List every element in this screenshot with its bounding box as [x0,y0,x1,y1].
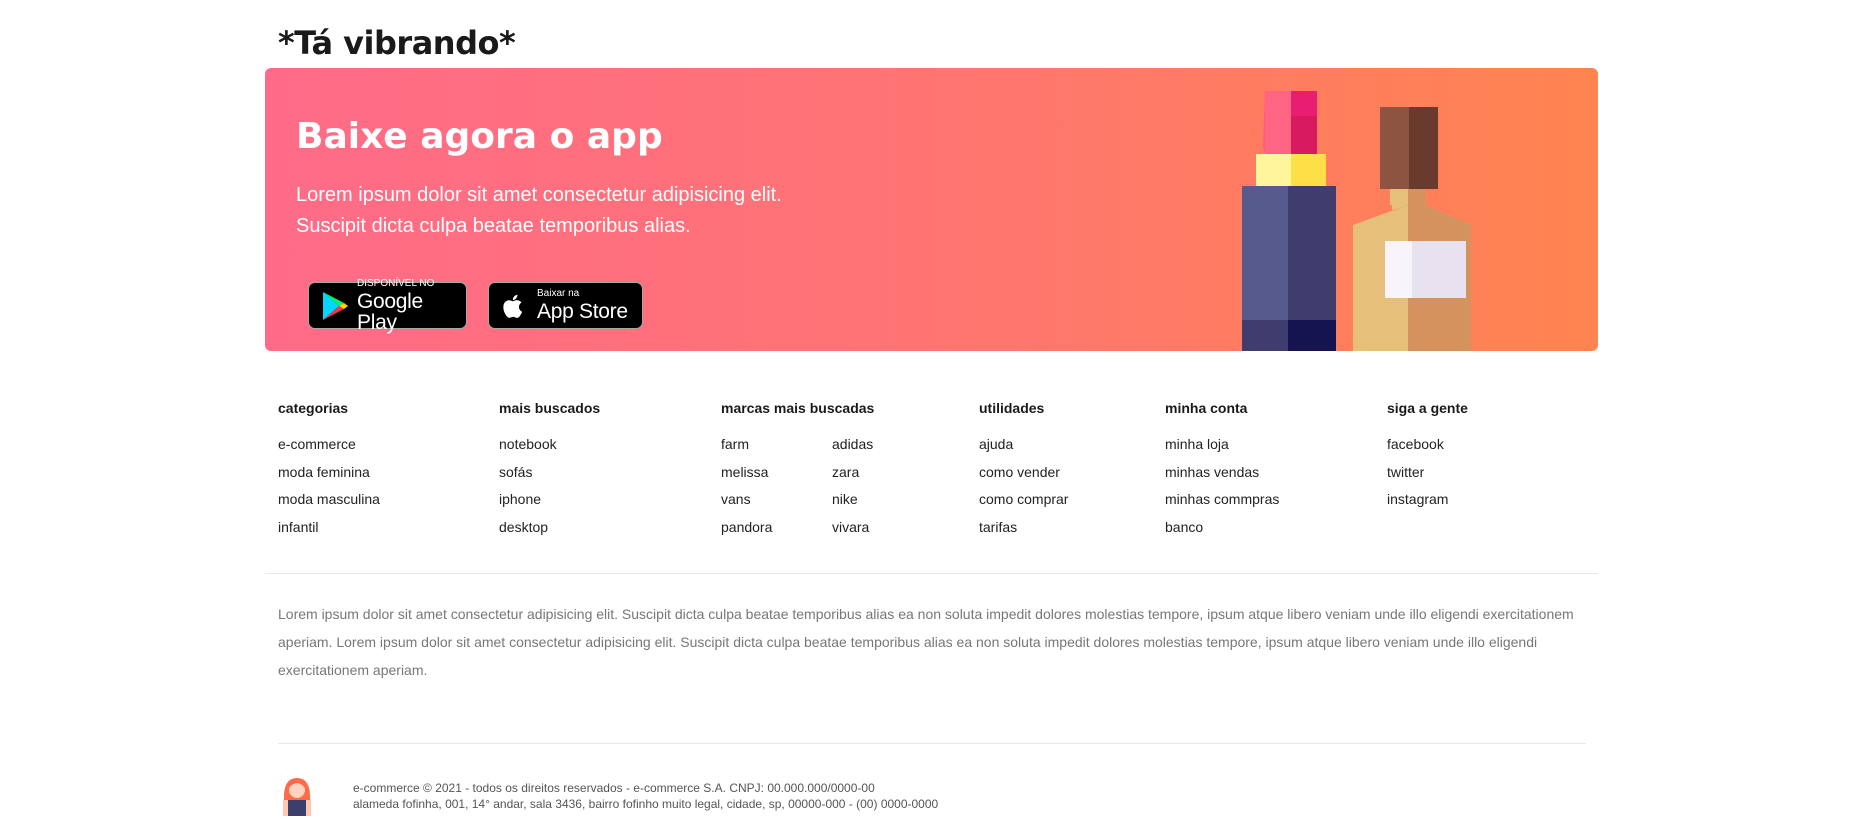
footer-col-siga-a-gente: siga a gente facebook twitter instagram [1387,400,1468,519]
footer-links: categorias e-commerce moda feminina moda… [0,400,1855,560]
footer-link-twitter[interactable]: twitter [1387,464,1468,492]
footer-link[interactable]: tarifas [979,519,1068,547]
footer-heading: minha conta [1165,400,1248,416]
banner-title: Baixe agora o app [296,116,663,157]
footer-link[interactable]: infantil [278,519,380,547]
footer-link[interactable]: adidas [832,436,873,464]
banner-description: Lorem ipsum dolor sit amet consectetur a… [296,184,782,237]
footer-link[interactable]: e-commerce [278,436,380,464]
google-play-icon [323,291,348,320]
makeup-illustration [1242,91,1471,351]
footer-link[interactable]: como comprar [979,491,1068,519]
footer-heading: utilidades [979,400,1045,416]
footer-heading: marcas mais buscadas [721,400,875,416]
footer-col-mais-buscados: mais buscados notebook sofás iphone desk… [499,400,600,546]
footer-link[interactable]: minha loja [1165,436,1279,464]
section-title: *Tá vibrando* [278,24,516,62]
footer-link[interactable]: sofás [499,464,600,492]
footer-link[interactable]: pandora [721,519,772,547]
copyright-divider [278,743,1586,744]
app-download-banner: Baixe agora o app Lorem ipsum dolor sit … [265,68,1598,351]
footer-link[interactable]: desktop [499,519,600,547]
footer-link[interactable]: como vender [979,464,1068,492]
footer-link[interactable]: nike [832,491,873,519]
copyright-text: e-commerce © 2021 - todos os direitos re… [353,781,939,811]
footer-description: Lorem ipsum dolor sit amet consectetur a… [278,606,1574,678]
footer-heading: siga a gente [1387,400,1468,416]
footer-col-minha-conta: minha conta minha loja minhas vendas min… [1165,400,1279,546]
footer-link[interactable]: iphone [499,491,600,519]
footer-link[interactable]: banco [1165,519,1279,547]
app-store-button[interactable]: Baixar na App Store [488,282,643,329]
footer-heading: categorias [278,400,349,416]
footer-link[interactable]: zara [832,464,873,492]
footer-link[interactable]: notebook [499,436,600,464]
apple-icon [503,294,523,318]
avatar-icon [283,778,311,816]
footer-link[interactable]: melissa [721,464,772,492]
footer-link[interactable]: vans [721,491,772,519]
footer-link[interactable]: vivara [832,519,873,547]
footer-col-categorias: categorias e-commerce moda feminina moda… [278,400,380,546]
footer-col-utilidades: utilidades ajuda como vender como compra… [979,400,1068,546]
footer-link[interactable]: farm [721,436,772,464]
footer-link[interactable]: ajuda [979,436,1068,464]
footer-link[interactable]: minhas commpras [1165,491,1279,519]
footer-col-marcas: marcas mais buscadas farm melissa vans p… [721,400,921,535]
footer-link[interactable]: moda feminina [278,464,380,492]
footer-divider [265,573,1598,574]
footer-link-instagram[interactable]: instagram [1387,491,1468,519]
footer-heading: mais buscados [499,400,601,416]
footer-link[interactable]: moda masculina [278,491,380,519]
footer-link-facebook[interactable]: facebook [1387,436,1468,464]
footer-link[interactable]: minhas vendas [1165,464,1279,492]
google-play-button[interactable]: DISPONÍVEL NO Google Play [308,278,467,333]
